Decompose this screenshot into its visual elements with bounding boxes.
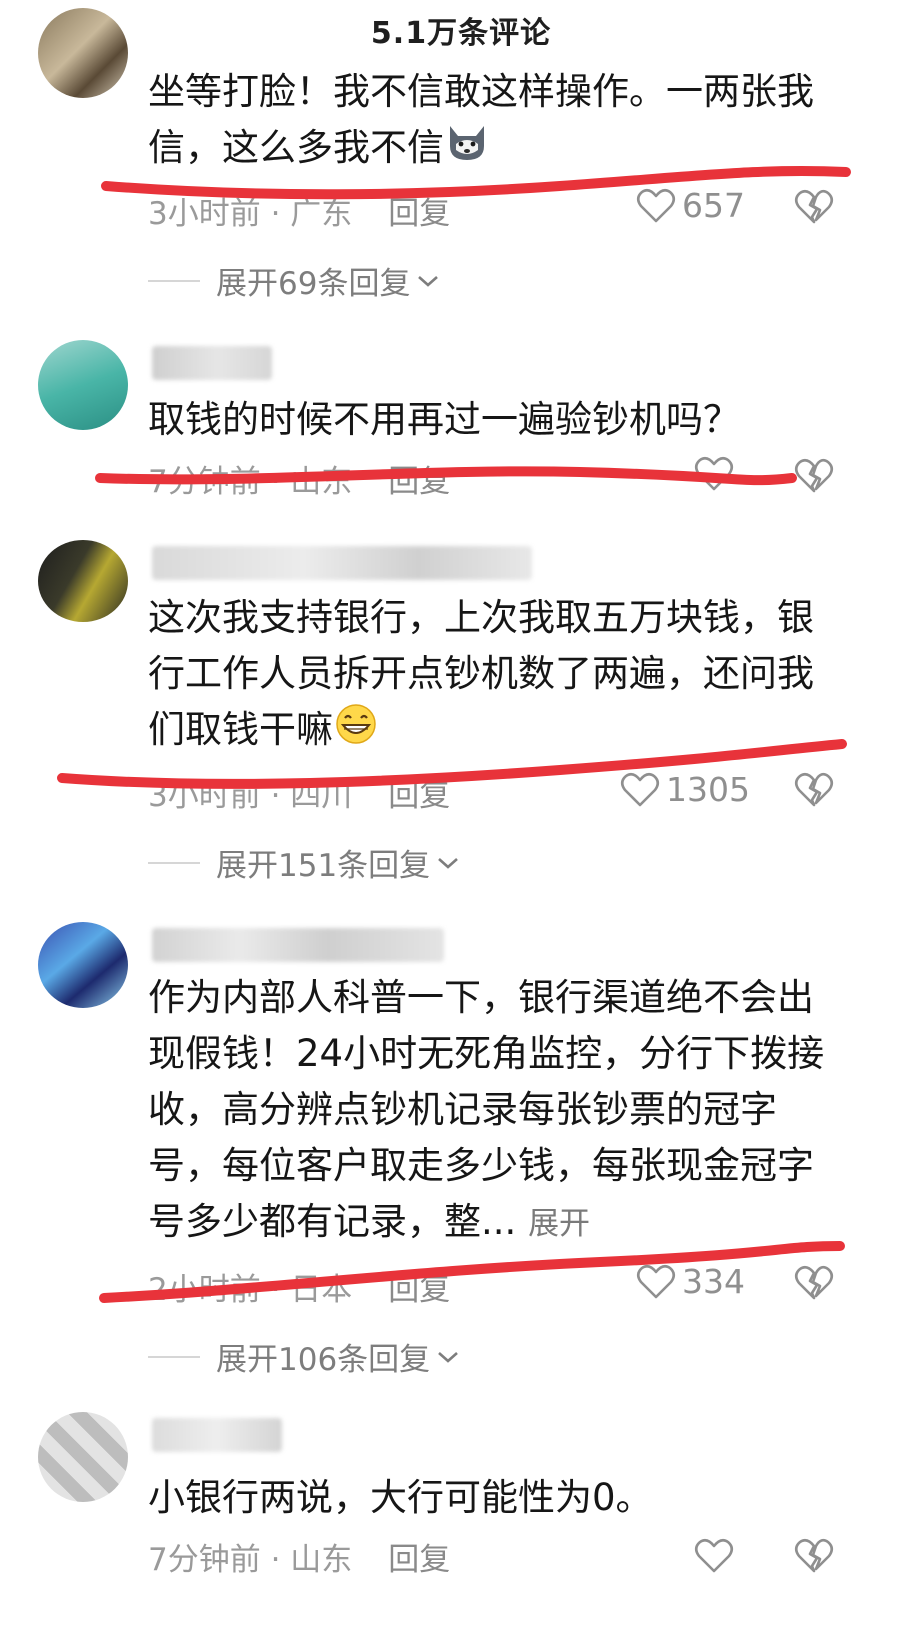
broken-heart-icon [794, 189, 834, 224]
divider [148, 861, 200, 864]
heart-outline-icon [694, 456, 734, 491]
like-button[interactable]: 334 [636, 1262, 745, 1301]
divider [148, 1355, 200, 1358]
avatar[interactable] [38, 340, 128, 430]
reply-button[interactable]: 回复 [388, 778, 450, 814]
chevron-down-icon [438, 857, 459, 869]
comment-meta: 3小时前 · 广东 回复 [148, 188, 450, 233]
expand-replies-label: 展开151条回复 [216, 848, 431, 884]
heart-outline-icon [620, 772, 660, 806]
avatar[interactable] [38, 540, 128, 622]
chevron-down-icon [418, 275, 439, 287]
comment-time: 2小时前 · 日本 [148, 1272, 353, 1308]
annotation-overlay [57, 165, 851, 1303]
dislike-button[interactable] [794, 189, 834, 229]
reply-button[interactable]: 回复 [388, 196, 450, 232]
reply-button[interactable]: 回复 [388, 464, 450, 500]
comment-text: 取钱的时候不用再过一遍验钞机吗？ [148, 392, 828, 448]
expand-replies-button[interactable]: 展开69条回复 [148, 258, 440, 303]
comment-text-content: 取钱的时候不用再过一遍验钞机吗？ [148, 398, 740, 441]
comment-meta: 3小时前 · 四川 回复 [148, 770, 450, 815]
broken-heart-icon [794, 1265, 834, 1300]
grin-emoji-icon [333, 703, 379, 761]
comment-text: 坐等打脸！我不信敢这样操作。一两张我信，这么多我不信 [148, 64, 828, 178]
expand-replies-button[interactable]: 展开106条回复 [148, 1334, 460, 1379]
comment-text-content: 作为内部人科普一下，银行渠道绝不会出现假钱！24小时无死角监控，分行下拨接收，高… [148, 976, 825, 1243]
comment-meta: 7分钟前 · 山东 回复 [148, 456, 450, 501]
divider [148, 279, 200, 282]
avatar[interactable] [38, 922, 128, 1008]
like-button[interactable] [694, 456, 734, 492]
like-button[interactable]: 1305 [620, 770, 750, 809]
comment-meta: 7分钟前 · 山东 回复 [148, 1534, 450, 1579]
username[interactable] [152, 928, 444, 962]
like-count: 334 [682, 1262, 745, 1301]
page-title: 5.1万条评论 [370, 16, 552, 51]
expand-replies-label: 展开106条回复 [216, 1342, 431, 1378]
username[interactable] [152, 546, 532, 580]
comment-text: 作为内部人科普一下，银行渠道绝不会出现假钱！24小时无死角监控，分行下拨接收，高… [148, 970, 828, 1252]
dislike-button[interactable] [794, 458, 834, 498]
username[interactable] [152, 346, 272, 380]
reply-button[interactable]: 回复 [388, 1272, 450, 1308]
comment-time: 3小时前 · 四川 [148, 778, 353, 814]
expand-text-link[interactable]: 展开 [528, 1206, 590, 1242]
reply-button[interactable]: 回复 [388, 1542, 450, 1578]
comment-text: 小银行两说，大行可能性为0。 [148, 1470, 828, 1526]
comment-time: 7分钟前 · 山东 [148, 1542, 353, 1578]
dislike-button[interactable] [794, 1538, 834, 1578]
comment-meta: 2小时前 · 日本 回复 [148, 1264, 450, 1309]
comment-time: 3小时前 · 广东 [148, 196, 353, 232]
like-button[interactable]: 657 [636, 186, 745, 225]
avatar[interactable] [38, 8, 128, 98]
heart-outline-icon [636, 1264, 676, 1298]
broken-heart-icon [794, 1538, 834, 1573]
like-count: 1305 [666, 770, 750, 809]
broken-heart-icon [794, 458, 834, 493]
avatar[interactable] [38, 1412, 128, 1502]
comment-text-content: 这次我支持银行，上次我取五万块钱，银行工作人员拆开点钞机数了两遍，还问我们取钱干… [148, 596, 814, 751]
husky-emoji-icon [444, 122, 490, 178]
like-button[interactable] [694, 1538, 734, 1574]
chevron-down-icon [438, 1351, 459, 1363]
heart-outline-icon [636, 188, 676, 222]
heart-outline-icon [694, 1538, 734, 1573]
comment-time: 7分钟前 · 山东 [148, 464, 353, 500]
dislike-button[interactable] [794, 1265, 834, 1305]
expand-replies-label: 展开69条回复 [216, 266, 411, 302]
comment-text: 这次我支持银行，上次我取五万块钱，银行工作人员拆开点钞机数了两遍，还问我们取钱干… [148, 590, 828, 761]
username[interactable] [152, 1418, 282, 1452]
expand-replies-button[interactable]: 展开151条回复 [148, 840, 460, 885]
comment-text-content: 小银行两说，大行可能性为0。 [148, 1476, 653, 1519]
dislike-button[interactable] [794, 772, 834, 812]
broken-heart-icon [794, 772, 834, 807]
like-count: 657 [682, 186, 745, 225]
